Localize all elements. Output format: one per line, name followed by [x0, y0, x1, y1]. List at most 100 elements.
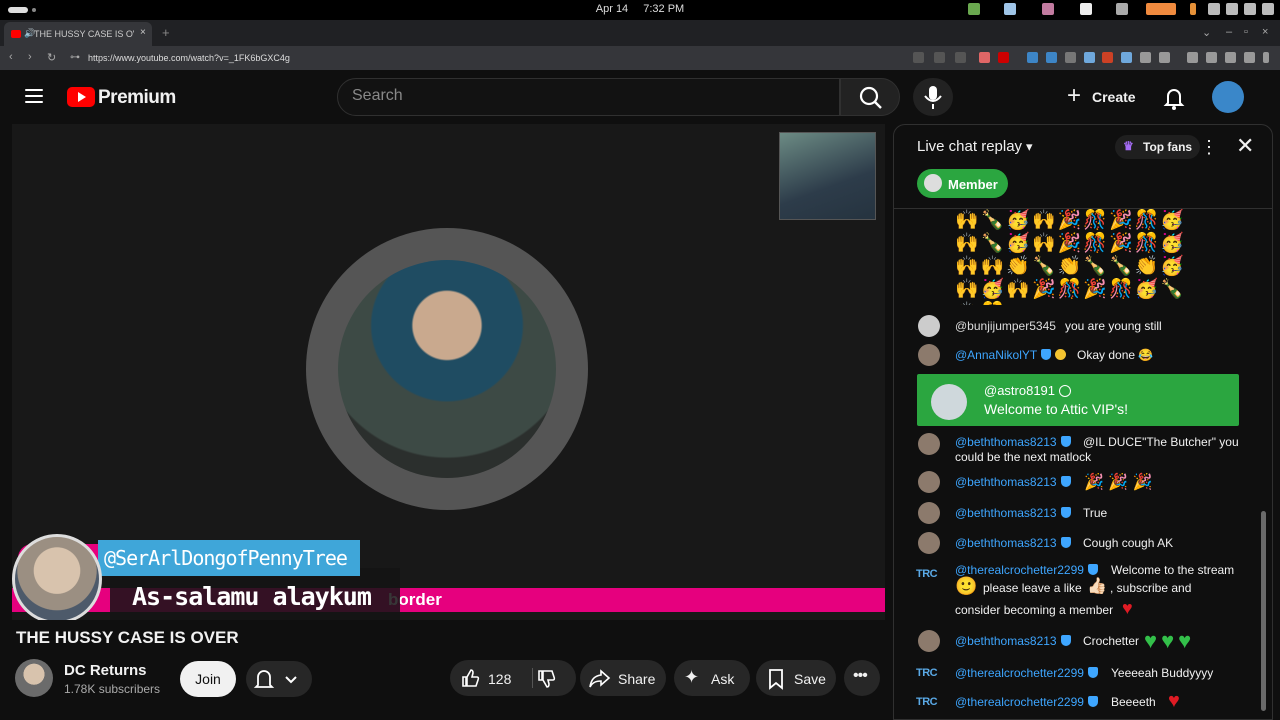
chat-username[interactable]: @therealcrochetter2299	[955, 666, 1098, 680]
window-close-icon[interactable]: ×	[1262, 26, 1268, 38]
chat-username[interactable]: @beththomas8213	[955, 634, 1071, 648]
chat-avatar[interactable]	[918, 433, 940, 455]
chat-avatar[interactable]	[918, 471, 940, 493]
media-control-icon[interactable]	[1187, 52, 1198, 63]
sidebar-icon[interactable]	[1206, 52, 1217, 63]
like-icon[interactable]	[458, 666, 482, 690]
network-icon[interactable]	[1208, 3, 1220, 15]
search-input[interactable]	[352, 87, 822, 105]
chat-mode-title[interactable]: Live chat replay	[917, 138, 1022, 155]
trc-avatar[interactable]: TRC	[916, 667, 938, 679]
browser-tab[interactable]: 🔊 THE HUSSY CASE IS OVER ×	[4, 22, 152, 46]
new-tab-icon[interactable]: +	[162, 25, 170, 40]
extension-icon[interactable]	[1121, 52, 1132, 63]
chat-avatar[interactable]	[918, 630, 940, 652]
cast-icon[interactable]	[913, 52, 924, 63]
reload-icon[interactable]: ↻	[47, 51, 56, 64]
member-filter-chip[interactable]: Member	[917, 169, 1008, 198]
more-vertical-icon[interactable]: ⋮	[1200, 137, 1218, 158]
extensions-puzzle-icon[interactable]	[1140, 52, 1151, 63]
subscription-notification-button[interactable]	[246, 661, 312, 697]
ask-button[interactable]: ✦ Ask	[674, 660, 750, 696]
tab-list-icon[interactable]: ⌄	[1202, 26, 1211, 39]
url-field[interactable]: https://www.youtube.com/watch?v=_1FK6bGX…	[88, 53, 290, 63]
trc-avatar[interactable]: TRC	[916, 696, 938, 708]
tray-app-icon[interactable]	[968, 3, 980, 15]
extension-icon[interactable]	[1084, 52, 1095, 63]
search-button[interactable]	[840, 78, 900, 116]
chat-username[interactable]: @beththomas8213	[955, 506, 1071, 520]
video-player[interactable]: border As-salamu alaykum @SerArlDongofPe…	[12, 124, 885, 620]
chat-username[interactable]: @AnnaNikolYT	[955, 348, 1067, 362]
chat-scrollbar[interactable]	[1261, 511, 1266, 711]
dislike-icon[interactable]	[534, 668, 558, 692]
extension-icon[interactable]	[1046, 52, 1057, 63]
microphone-icon[interactable]	[1190, 3, 1196, 15]
join-button[interactable]: Join	[180, 661, 236, 697]
recording-indicator-icon[interactable]	[1146, 3, 1176, 15]
chat-username[interactable]: @bunjijumper5345	[955, 319, 1056, 333]
power-icon[interactable]	[1262, 3, 1274, 15]
browser-menu-icon[interactable]	[1263, 52, 1269, 63]
chat-username[interactable]: @therealcrochetter2299	[955, 695, 1098, 709]
chat-avatar[interactable]	[918, 344, 940, 366]
membership-welcome-card[interactable]: @astro8191 Welcome to Attic VIP's!	[917, 374, 1239, 426]
notifications-button[interactable]	[1160, 84, 1188, 112]
member-label: Member	[948, 177, 998, 192]
hamburger-menu-icon[interactable]	[25, 89, 43, 103]
picture-in-picture-thumbnail	[779, 132, 876, 220]
chat-username[interactable]: @beththomas8213	[955, 475, 1071, 489]
search-icon	[859, 86, 882, 109]
like-count[interactable]: 128	[488, 671, 511, 687]
wallet-icon[interactable]	[1225, 52, 1236, 63]
close-icon[interactable]: ✕	[1236, 133, 1254, 159]
tray-app-icon[interactable]	[1004, 3, 1016, 15]
create-button[interactable]: + Create	[1059, 84, 1141, 112]
chat-avatar[interactable]	[918, 315, 940, 337]
chat-username[interactable]: @therealcrochetter2299	[955, 563, 1098, 577]
subscriber-count: 1.78K subscribers	[64, 682, 161, 696]
youtube-logo-icon[interactable]	[67, 87, 95, 107]
chat-avatar[interactable]	[918, 502, 940, 524]
minimize-icon[interactable]: –	[1226, 26, 1232, 38]
tray-app-icon[interactable]	[1116, 3, 1128, 15]
brave-shield-icon[interactable]	[979, 52, 990, 63]
tray-app-icon[interactable]	[1042, 3, 1054, 15]
share-button[interactable]: Share	[580, 660, 666, 696]
send-icon[interactable]	[955, 52, 966, 63]
vip-message: Welcome to Attic VIP's!	[984, 401, 1129, 417]
chat-text: Crochetter	[1083, 634, 1140, 648]
chat-avatar[interactable]	[918, 532, 940, 554]
search-box	[337, 78, 840, 116]
sparkle-icon: ✦	[684, 667, 700, 687]
trc-avatar[interactable]: TRC	[916, 568, 938, 580]
leo-icon[interactable]	[1244, 52, 1255, 63]
extension-icon[interactable]	[1159, 52, 1170, 63]
tab-close-icon[interactable]: ×	[140, 27, 146, 38]
extension-icon[interactable]	[1027, 52, 1038, 63]
extension-icon[interactable]	[1102, 52, 1113, 63]
member-badge-icon	[924, 174, 942, 192]
zoom-icon[interactable]	[934, 52, 945, 63]
top-fans-button[interactable]: ♛ Top fans	[1115, 135, 1201, 159]
site-info-icon[interactable]: ⊶	[70, 52, 80, 63]
channel-avatar[interactable]	[15, 659, 53, 697]
chat-message[interactable]: TRC @therealcrochetter2299 Welcome to th…	[894, 562, 1264, 622]
forward-icon[interactable]: ›	[28, 51, 32, 63]
chevron-down-icon[interactable]: ▾	[1026, 139, 1033, 155]
chat-username[interactable]: @beththomas8213	[955, 536, 1071, 550]
premium-logo-text[interactable]: Premium	[98, 87, 176, 109]
back-icon[interactable]: ‹	[9, 51, 13, 63]
account-avatar[interactable]	[1212, 81, 1244, 113]
verified-icon	[1058, 385, 1071, 397]
extension-icon[interactable]	[1065, 52, 1076, 63]
more-actions-button[interactable]: •••	[844, 660, 880, 696]
tray-app-icon[interactable]	[1080, 3, 1092, 15]
voice-search-button[interactable]	[913, 78, 953, 116]
channel-name[interactable]: DC Returns	[64, 662, 147, 679]
volume-icon[interactable]	[1226, 3, 1238, 15]
maximize-icon[interactable]: ▫	[1244, 26, 1248, 38]
battery-icon[interactable]	[1244, 3, 1256, 15]
save-button[interactable]: Save	[756, 660, 836, 696]
rewards-icon[interactable]	[998, 52, 1009, 63]
